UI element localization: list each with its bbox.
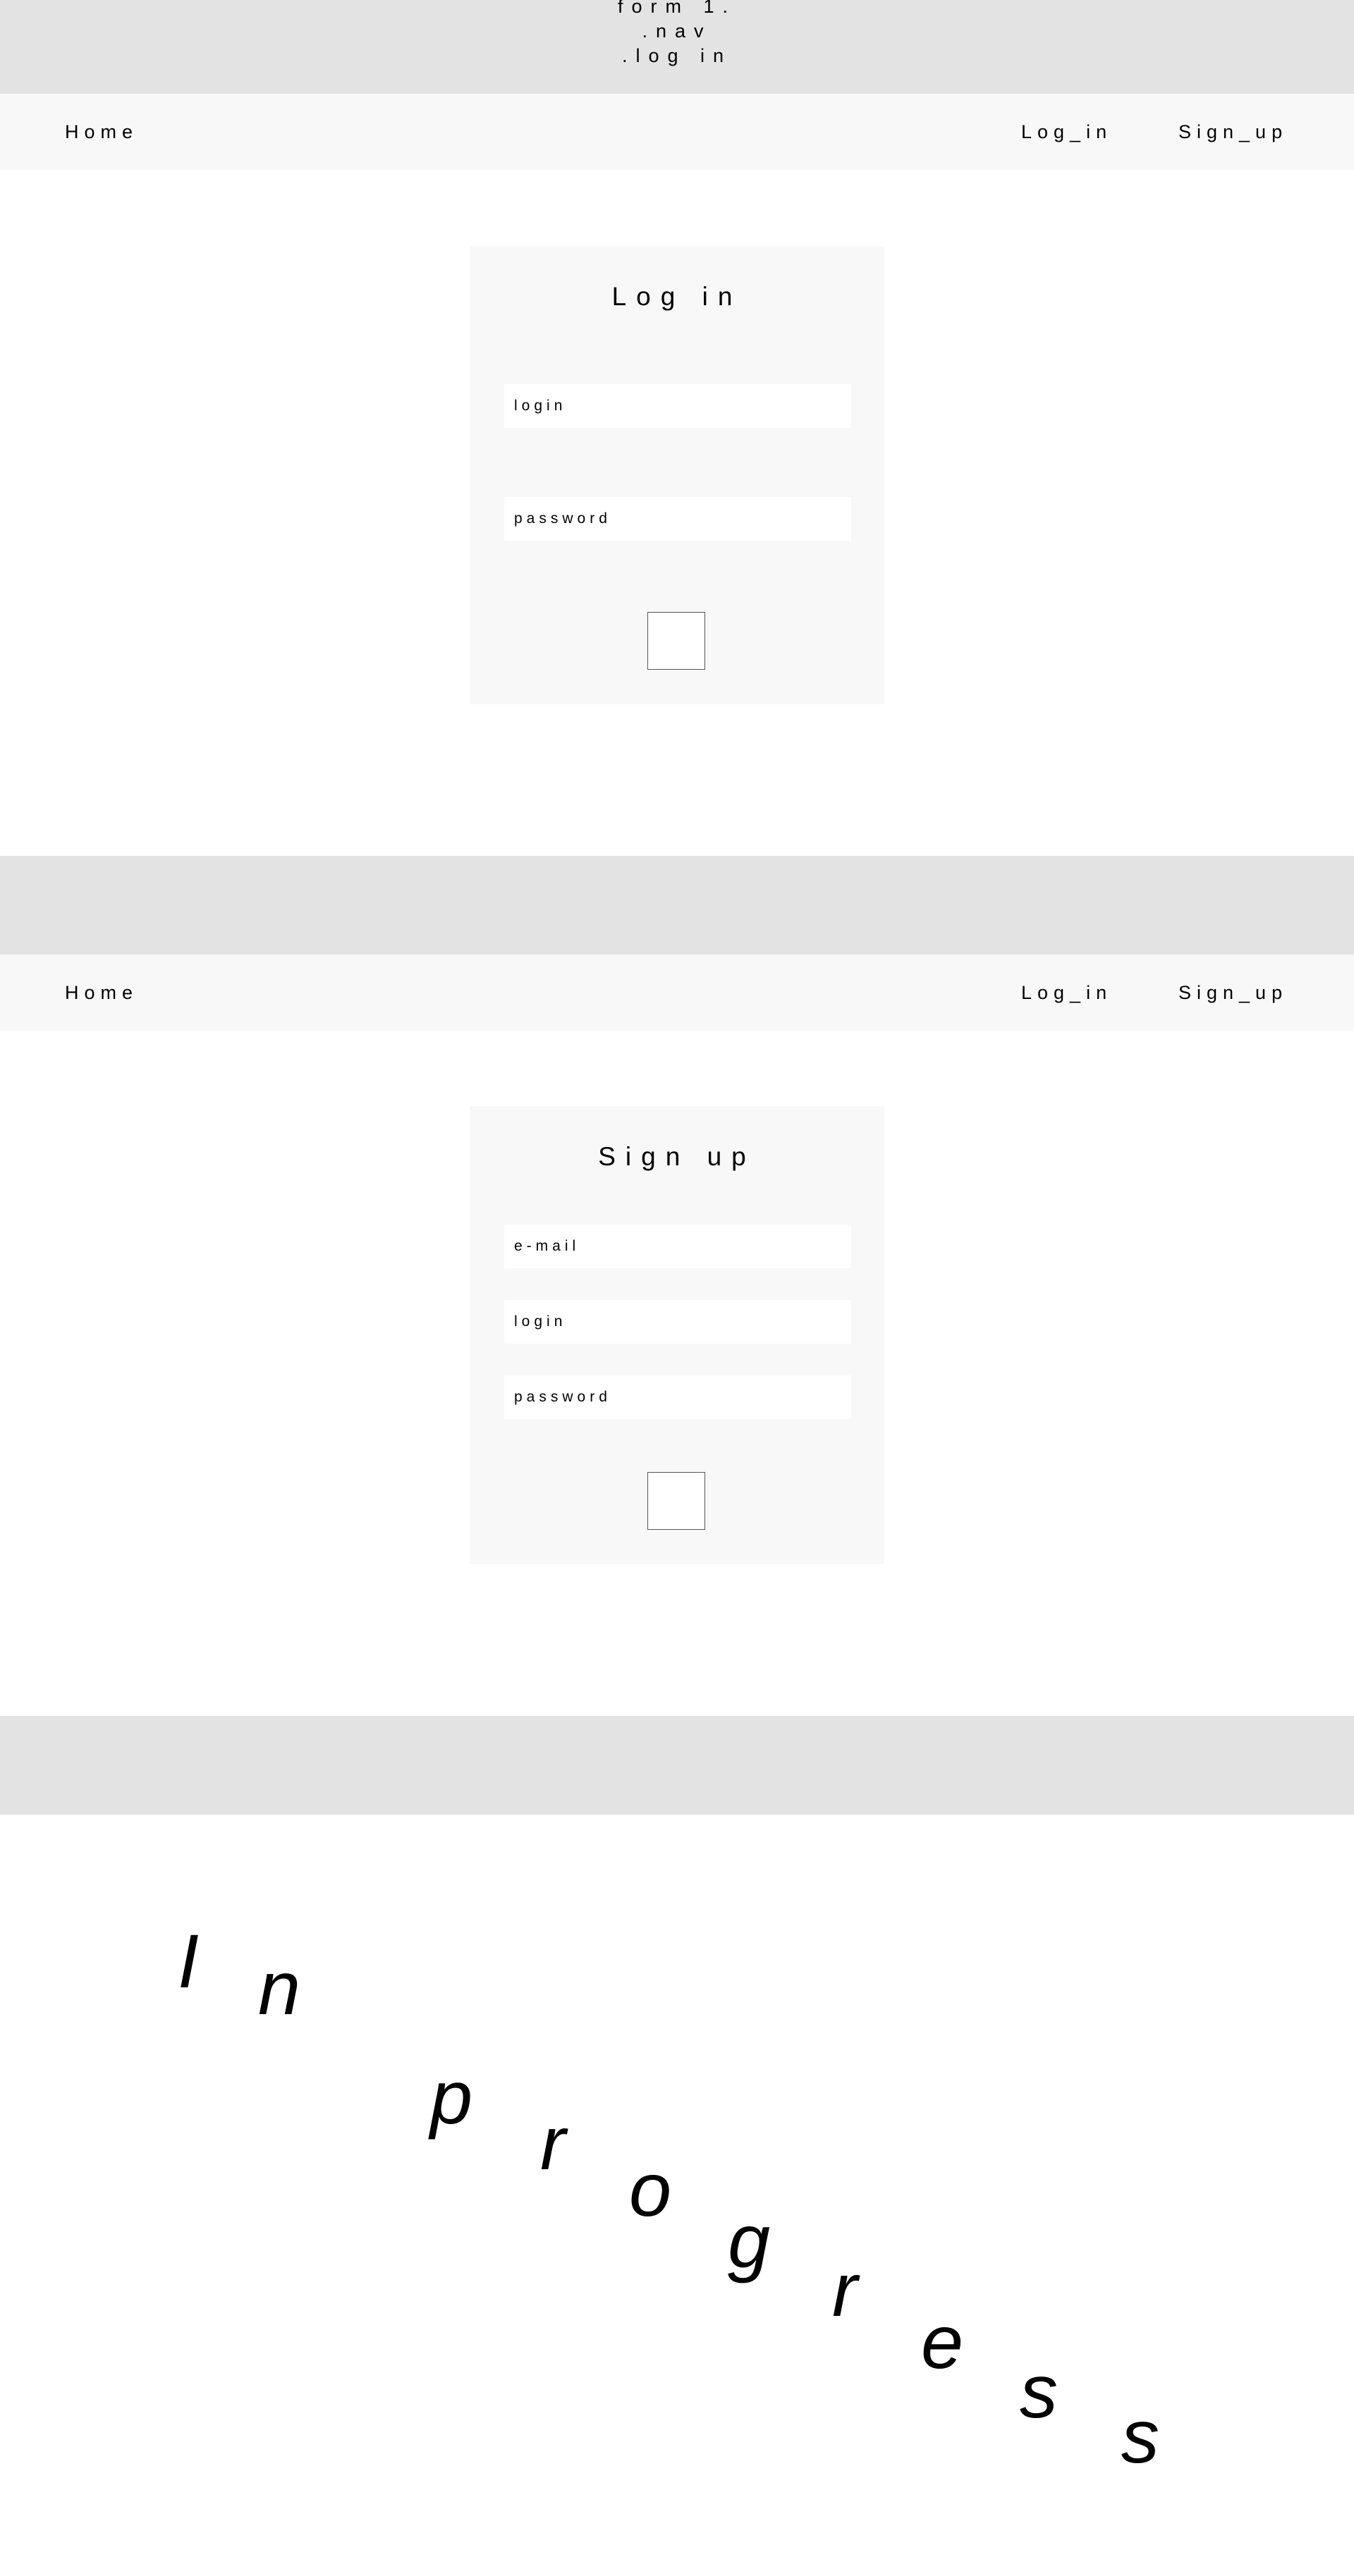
signup-login-input[interactable]: [504, 1300, 851, 1344]
login-input[interactable]: [504, 384, 851, 428]
top-banner: form 1. .nav .log in: [0, 0, 1354, 94]
nav-signup-link[interactable]: Sign_up: [1178, 955, 1288, 1031]
page: form 1. .nav .log in Home Log_in Sign_up…: [0, 0, 1354, 2576]
progress-letter: e: [921, 2299, 964, 2384]
section-banner: [0, 856, 1354, 955]
progress-letter: s: [1121, 2393, 1159, 2479]
signup-form: Sign up: [470, 1106, 884, 1564]
nav-signup-link[interactable]: Sign_up: [1178, 94, 1288, 170]
banner-line-1: form 1.: [617, 0, 737, 17]
banner-line-3: .log in: [621, 45, 733, 66]
progress-letter: r: [832, 2247, 858, 2332]
signup-password-input[interactable]: [504, 1375, 851, 1419]
progress-letter: o: [629, 2147, 672, 2232]
progress-letter: p: [430, 2054, 473, 2140]
banner-caption: form 1. .nav .log in: [0, 0, 1354, 68]
login-form-title: Log in: [611, 282, 743, 311]
nav-home-link[interactable]: Home: [65, 94, 138, 170]
nav-login-link[interactable]: Log_in: [1021, 94, 1112, 170]
nav-bar: Home Log_in Sign_up: [0, 955, 1354, 1031]
progress-letter: s: [1020, 2348, 1058, 2434]
nav-bar: Home Log_in Sign_up: [0, 94, 1354, 170]
progress-letter: I: [178, 1918, 200, 2004]
progress-letter: n: [258, 1945, 301, 2030]
email-input[interactable]: [504, 1225, 851, 1268]
nav-home-link[interactable]: Home: [65, 955, 138, 1031]
signup-submit-button[interactable]: [647, 1472, 705, 1530]
login-submit-button[interactable]: [647, 612, 705, 670]
nav-login-link[interactable]: Log_in: [1021, 955, 1112, 1031]
banner-line-2: .nav: [642, 20, 712, 42]
signup-form-title: Sign up: [598, 1142, 756, 1171]
login-form: Log in: [470, 246, 884, 704]
progress-letter: g: [728, 2198, 771, 2283]
progress-letter: r: [540, 2100, 566, 2185]
section-banner: [0, 1716, 1354, 1815]
password-input[interactable]: [504, 497, 851, 541]
